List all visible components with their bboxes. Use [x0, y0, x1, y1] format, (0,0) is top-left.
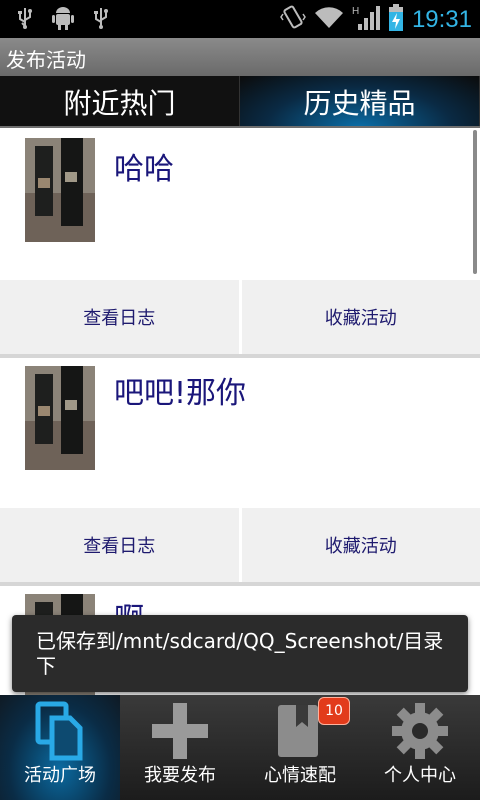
activity-thumbnail	[25, 138, 95, 242]
nav-label: 心情速配	[264, 765, 336, 786]
favorite-activity-button[interactable]: 收藏活动	[238, 508, 480, 582]
activity-thumbnail	[25, 366, 95, 470]
toast-text: 已保存到/mnt/sdcard/QQ_Screenshot/目录下	[36, 629, 444, 678]
android-debug-icon	[52, 6, 74, 30]
usb-icon	[90, 6, 112, 30]
clock: 19:31	[411, 6, 472, 33]
status-bar: H 19:31	[0, 0, 480, 38]
activity-title: 哈哈	[114, 152, 174, 187]
title-bar: 发布活动	[0, 38, 480, 76]
nav-label: 活动广场	[24, 765, 96, 786]
battery-charging-icon	[388, 4, 404, 36]
tab-label: 附近热门	[63, 87, 176, 120]
nav-label: 我要发布	[144, 765, 216, 786]
wifi-icon	[314, 6, 344, 34]
nav-personal-center[interactable]: 个人中心	[360, 695, 480, 800]
nav-activity-square[interactable]: 活动广场	[0, 695, 120, 800]
status-notifications	[14, 6, 112, 30]
tab-history-best[interactable]: 历史精品	[240, 76, 480, 128]
tab-bar: 附近热门 历史精品	[0, 76, 480, 128]
favorite-activity-button[interactable]: 收藏活动	[238, 280, 480, 354]
nav-publish[interactable]: 我要发布	[120, 695, 240, 800]
bottom-nav: 活动广场 我要发布 10 心情速配 个人中心	[0, 695, 480, 800]
nav-label: 个人中心	[384, 765, 456, 786]
item-actions: 查看日志 收藏活动	[0, 280, 480, 354]
list-divider	[0, 582, 480, 586]
gear-icon	[388, 699, 452, 763]
nav-mood-match[interactable]: 10 心情速配	[240, 695, 360, 800]
list-divider	[0, 354, 480, 358]
list-scrollbar[interactable]	[473, 130, 477, 274]
svg-text:H: H	[352, 6, 359, 17]
page-title: 发布活动	[6, 48, 86, 72]
activity-list[interactable]: 哈哈 查看日志 收藏活动 吧吧!那你 查看日志 收藏活动 啊	[0, 128, 480, 695]
activity-title: 吧吧!那你	[114, 376, 247, 411]
usb-icon	[14, 6, 36, 30]
vibrate-icon	[280, 4, 306, 36]
tab-label: 历史精品	[303, 87, 416, 120]
view-log-button[interactable]: 查看日志	[0, 280, 239, 354]
signal-h-icon: H	[352, 4, 380, 36]
item-actions: 查看日志 收藏活动	[0, 508, 480, 582]
plus-icon	[148, 699, 212, 763]
notification-badge: 10	[318, 697, 350, 725]
view-log-button[interactable]: 查看日志	[0, 508, 239, 582]
toast-message: 已保存到/mnt/sdcard/QQ_Screenshot/目录下	[12, 615, 468, 692]
documents-icon	[28, 699, 92, 763]
tab-nearby-hot[interactable]: 附近热门	[0, 76, 240, 128]
status-system: H 19:31	[280, 4, 472, 36]
